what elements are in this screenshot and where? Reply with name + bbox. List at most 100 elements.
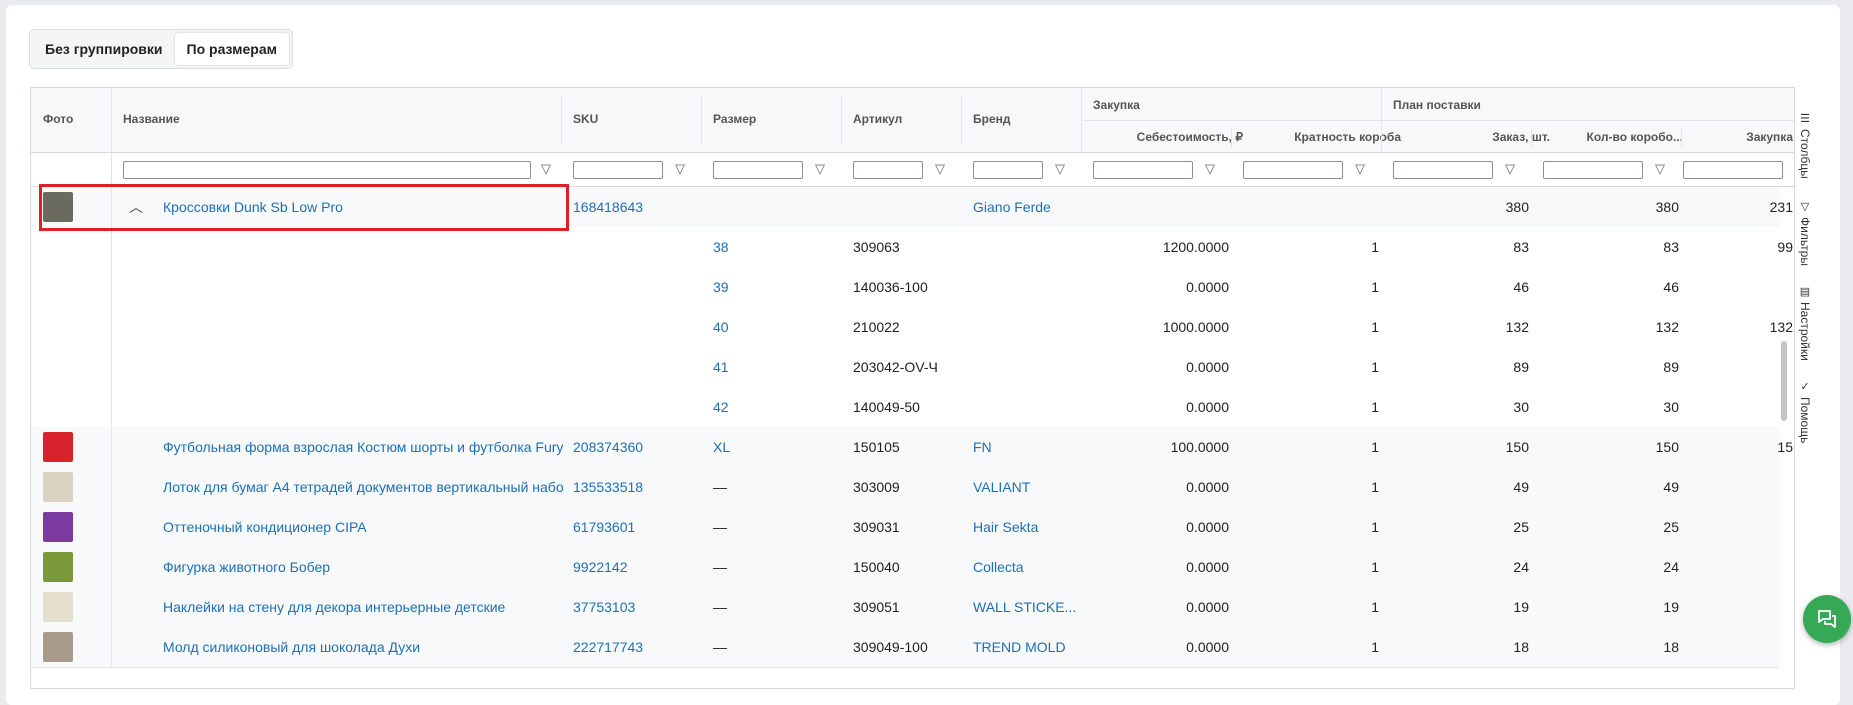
product-name-link[interactable]: Футбольная форма взрослая Костюм шорты и… (163, 427, 563, 467)
filters-tab[interactable]: ▽ Фильтры (1795, 200, 1815, 266)
box-multiple-filter-icon[interactable]: ▽ (1353, 162, 1367, 176)
product-name-link[interactable]: Фигурка животного Бобер (163, 547, 563, 587)
purchase-filter-input[interactable] (1683, 161, 1783, 179)
brand-link[interactable] (973, 307, 1083, 347)
brand-filter-input[interactable] (973, 161, 1043, 179)
product-name-link[interactable]: Наклейки на стену для декора интерьерные… (163, 587, 563, 627)
col-sep[interactable] (701, 96, 702, 144)
size-row[interactable]: 39 140036-100 0.0000 1 46 46 (31, 267, 1779, 308)
sku-link[interactable]: 222717743 (573, 627, 703, 667)
size-row[interactable]: 40 210022 1000.0000 1 132 132 132 (31, 307, 1793, 348)
article-filter-input[interactable] (853, 161, 923, 179)
product-name-link[interactable] (163, 307, 563, 347)
order-qty-filter-input[interactable] (1393, 161, 1493, 179)
size-row[interactable]: 38 309063 1200.0000 1 83 83 99 (31, 227, 1793, 268)
box-multiple-filter-input[interactable] (1243, 161, 1343, 179)
col-sep[interactable] (1681, 128, 1682, 148)
col-sep[interactable] (1231, 128, 1232, 148)
brand-link[interactable]: WALL STICKE... (973, 587, 1083, 627)
header-cost[interactable]: Себестоимость, ₽ (1093, 130, 1243, 144)
sku-link[interactable]: 208374360 (573, 427, 703, 467)
size-filter-input[interactable] (713, 161, 803, 179)
size-filter-icon[interactable]: ▽ (813, 162, 827, 176)
size-value[interactable]: 41 (713, 347, 843, 387)
col-sep[interactable] (561, 96, 562, 144)
sku-link[interactable]: 9922142 (573, 547, 703, 587)
collapse-chevron-icon[interactable]: ︿ (129, 187, 143, 227)
cost-filter-input[interactable] (1093, 161, 1193, 179)
no-grouping-button[interactable]: Без группировки (33, 33, 175, 65)
sku-link[interactable] (573, 267, 703, 307)
group-by-size-button[interactable]: По размерам (174, 33, 289, 65)
product-name-link[interactable] (163, 347, 563, 387)
brand-link[interactable] (973, 387, 1083, 427)
col-sep[interactable] (1531, 128, 1532, 148)
product-photo[interactable] (43, 552, 73, 582)
col-sep[interactable] (841, 96, 842, 144)
size-value[interactable]: 38 (713, 227, 843, 267)
name-filter-input[interactable] (123, 161, 531, 179)
table-row[interactable]: Лоток для бумаг А4 тетрадей документов в… (31, 467, 1779, 508)
cost-filter-icon[interactable]: ▽ (1203, 162, 1217, 176)
product-name-link[interactable]: Оттеночный кондиционер CIPA (163, 507, 563, 547)
product-name-link[interactable] (163, 227, 563, 267)
table-row[interactable]: Футбольная форма взрослая Костюм шорты и… (31, 427, 1793, 468)
name-filter-icon[interactable]: ▽ (539, 162, 553, 176)
table-row[interactable]: Молд силиконовый для шоколада Духи 222717… (31, 627, 1779, 668)
sku-link[interactable]: 135533518 (573, 467, 703, 507)
header-purchase[interactable]: Закупка (1711, 130, 1793, 144)
settings-tab[interactable]: ▤ Настройки (1795, 285, 1815, 361)
sku-link[interactable]: 168418643 (573, 187, 703, 227)
chat-button[interactable] (1803, 595, 1851, 643)
help-tab[interactable]: ✓ Помощь (1795, 380, 1815, 443)
header-brand[interactable]: Бренд (973, 112, 1011, 126)
sku-link[interactable] (573, 387, 703, 427)
size-value[interactable]: 39 (713, 267, 843, 307)
product-photo[interactable] (43, 512, 73, 542)
vertical-scrollbar[interactable] (1781, 341, 1787, 421)
size-value[interactable]: XL (713, 427, 843, 467)
size-row[interactable]: 41 203042-OV-Ч 0.0000 1 89 89 (31, 347, 1779, 388)
product-photo[interactable] (43, 592, 73, 622)
header-article[interactable]: Артикул (853, 112, 902, 126)
product-photo[interactable] (43, 192, 73, 222)
box-count-filter-icon[interactable]: ▽ (1653, 162, 1667, 176)
product-name-link[interactable] (163, 267, 563, 307)
size-value[interactable] (713, 187, 843, 227)
table-row[interactable]: Оттеночный кондиционер CIPA 61793601 — 3090… (31, 507, 1779, 548)
header-name[interactable]: Название (123, 112, 180, 126)
order-qty-filter-icon[interactable]: ▽ (1503, 162, 1517, 176)
header-size[interactable]: Размер (713, 112, 756, 126)
box-count-filter-input[interactable] (1543, 161, 1643, 179)
brand-link[interactable] (973, 347, 1083, 387)
brand-link[interactable]: Hair Sekta (973, 507, 1083, 547)
sku-link[interactable]: 37753103 (573, 587, 703, 627)
product-photo[interactable] (43, 472, 73, 502)
table-row[interactable]: Наклейки на стену для декора интерьерные… (31, 587, 1779, 628)
sku-link[interactable] (573, 347, 703, 387)
sku-filter-icon[interactable]: ▽ (673, 162, 687, 176)
brand-link[interactable]: Giano Ferde (973, 187, 1083, 227)
brand-link[interactable]: VALIANT (973, 467, 1083, 507)
sku-link[interactable] (573, 227, 703, 267)
columns-tab[interactable]: ☰ Столбцы (1795, 112, 1815, 179)
brand-link[interactable]: TREND MOLD (973, 627, 1083, 667)
product-name-link[interactable]: Молд силиконовый для шоколада Духи (163, 627, 563, 667)
product-photo[interactable] (43, 632, 73, 662)
product-name-link[interactable]: Лоток для бумаг А4 тетрадей документов в… (163, 467, 563, 507)
sku-link[interactable]: 61793601 (573, 507, 703, 547)
brand-link[interactable] (973, 227, 1083, 267)
brand-filter-icon[interactable]: ▽ (1053, 162, 1067, 176)
group-row[interactable]: ︿ Кроссовки Dunk Sb Low Pro 168418643 Giano… (31, 187, 1793, 228)
table-row[interactable]: Фигурка животного Бобер 9922142 — 150040 Col… (31, 547, 1779, 588)
size-value[interactable]: 40 (713, 307, 843, 347)
product-name-link[interactable]: Кроссовки Dunk Sb Low Pro (163, 187, 563, 227)
size-value[interactable]: 42 (713, 387, 843, 427)
product-photo[interactable] (43, 432, 73, 462)
sku-filter-input[interactable] (573, 161, 663, 179)
brand-link[interactable]: Collecta (973, 547, 1083, 587)
size-row[interactable]: 42 140049-50 0.0000 1 30 30 (31, 387, 1779, 428)
sku-link[interactable] (573, 307, 703, 347)
col-sep[interactable] (961, 96, 962, 144)
product-name-link[interactable] (163, 387, 563, 427)
